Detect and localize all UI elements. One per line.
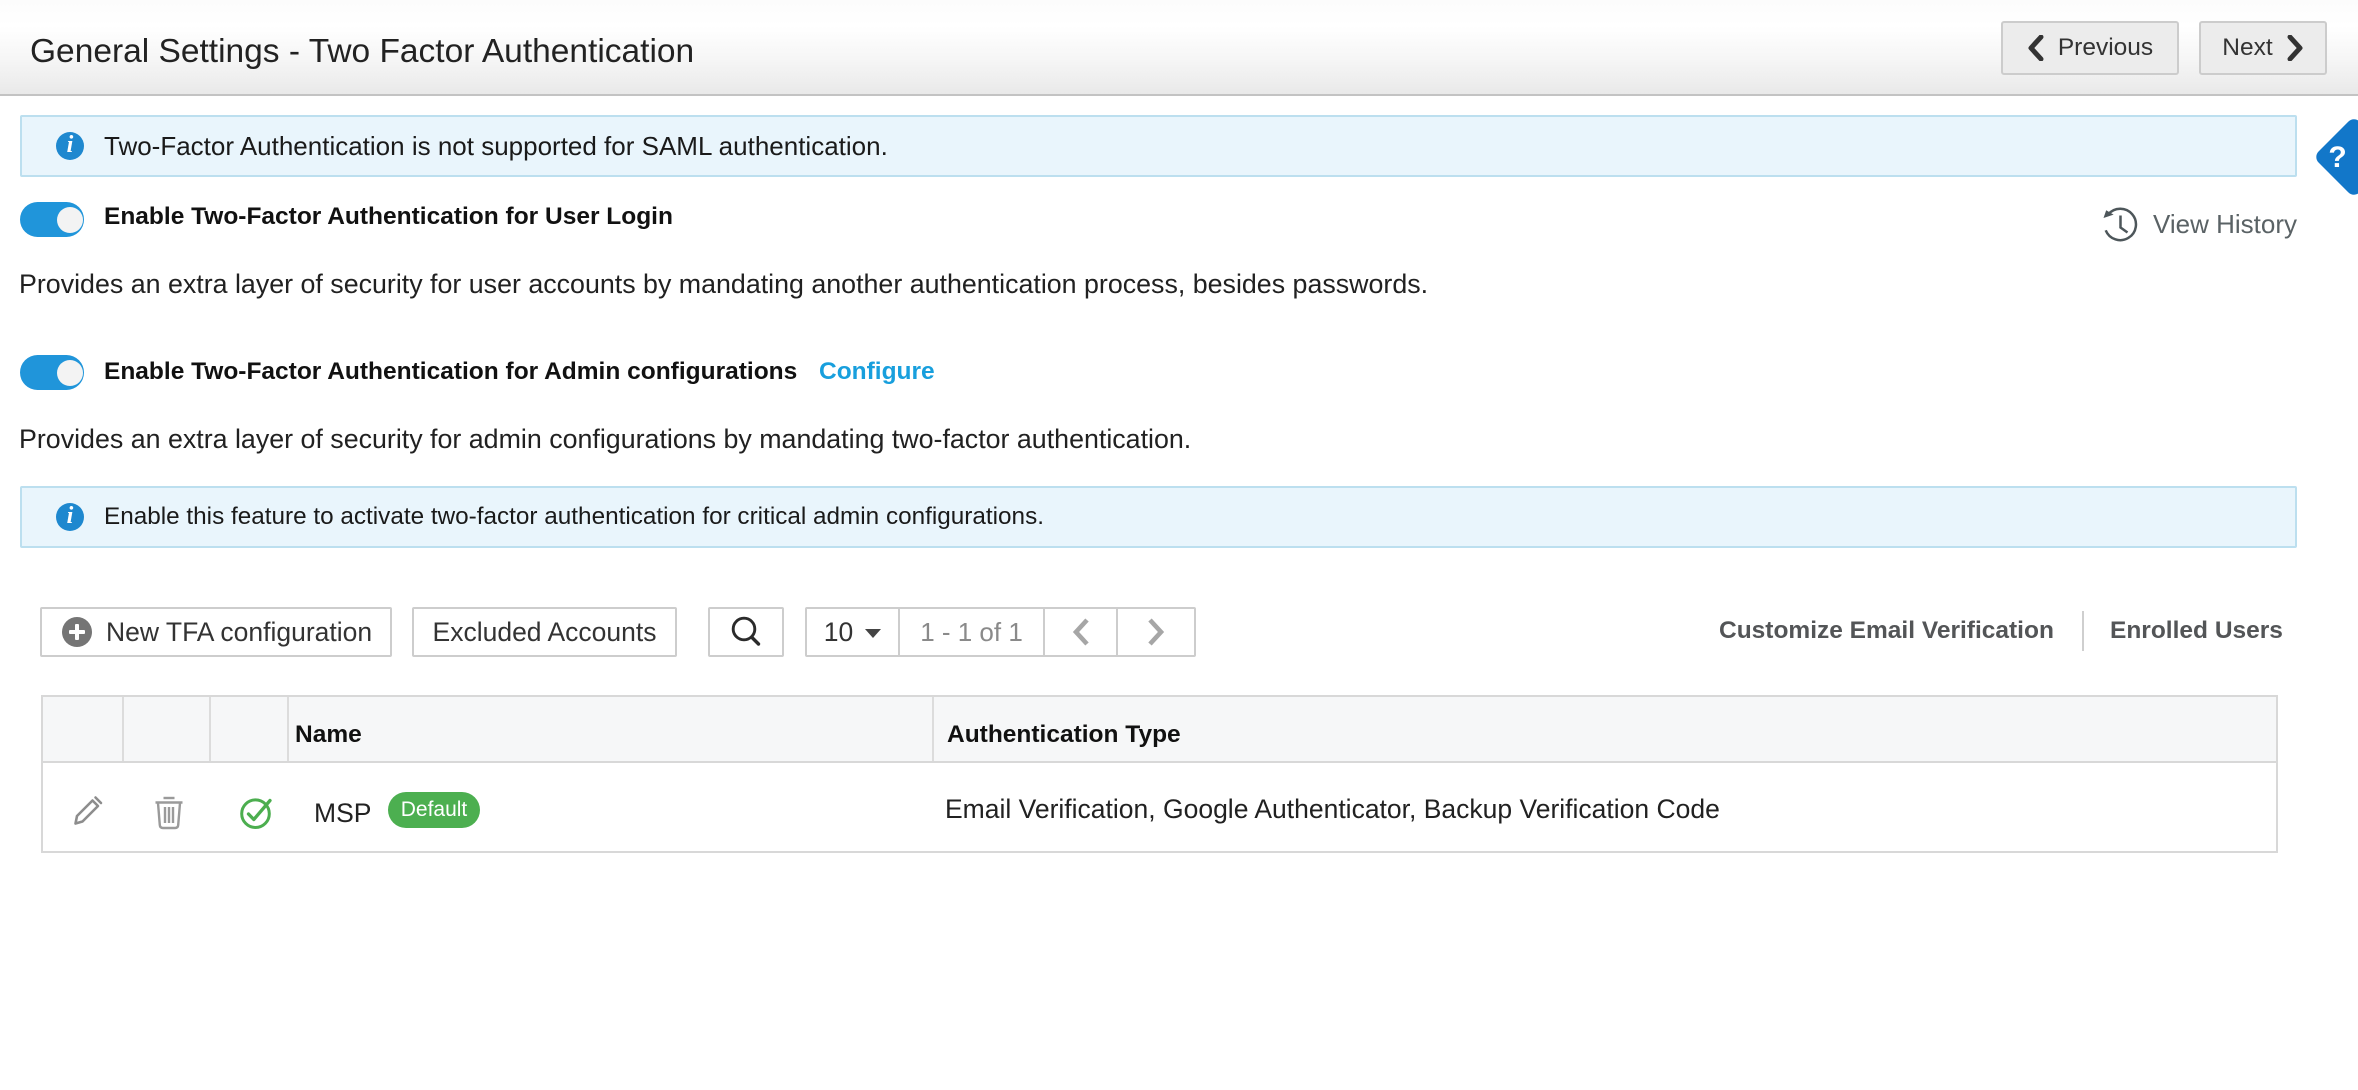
svg-text:?: ? (2328, 141, 2346, 174)
